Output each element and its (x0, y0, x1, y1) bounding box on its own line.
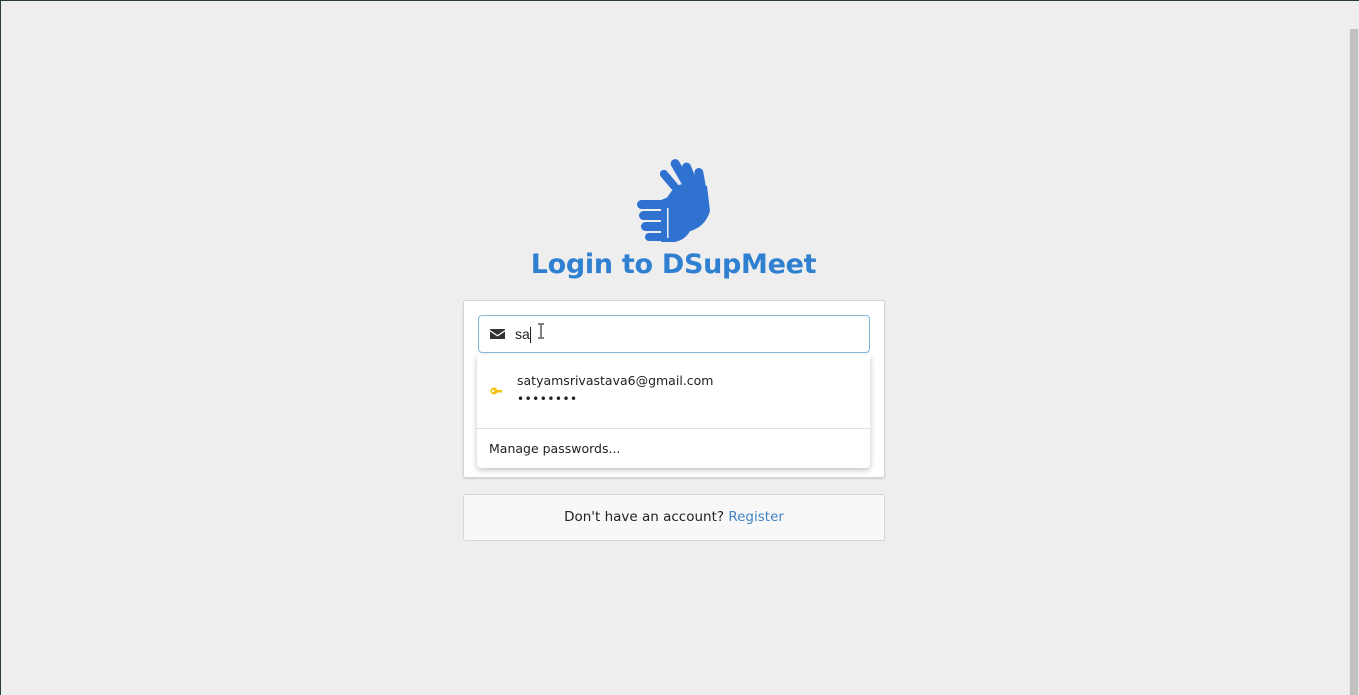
suggestion-email: satyamsrivastava6@gmail.com (517, 373, 714, 388)
email-field[interactable] (478, 315, 870, 353)
dropdown-divider (477, 428, 870, 429)
page-title: Login to DSupMeet (530, 249, 817, 280)
email-input[interactable] (515, 316, 855, 352)
register-prompt: Don't have an account? (564, 509, 729, 525)
register-message: Don't have an account? Register (463, 494, 885, 541)
sign-language-hands-logo (637, 159, 710, 242)
browser-viewport: Login to DSupMeet satyamsrivastava6@gmai… (0, 0, 1359, 695)
autofill-dropdown: satyamsrivastava6@gmail.com •••••••• Man… (477, 355, 870, 468)
suggestion-password-mask: •••••••• (517, 392, 578, 406)
ibeam-cursor-icon (538, 323, 544, 339)
manage-passwords-link[interactable]: Manage passwords... (489, 441, 620, 456)
autofill-suggestion[interactable]: satyamsrivastava6@gmail.com •••••••• (477, 355, 870, 428)
text-caret (530, 327, 531, 343)
register-link[interactable]: Register (728, 509, 784, 525)
scrollbar-thumb[interactable] (1350, 29, 1358, 695)
key-icon (490, 387, 502, 395)
scrollbar[interactable] (1349, 29, 1359, 695)
envelope-icon (490, 329, 505, 339)
